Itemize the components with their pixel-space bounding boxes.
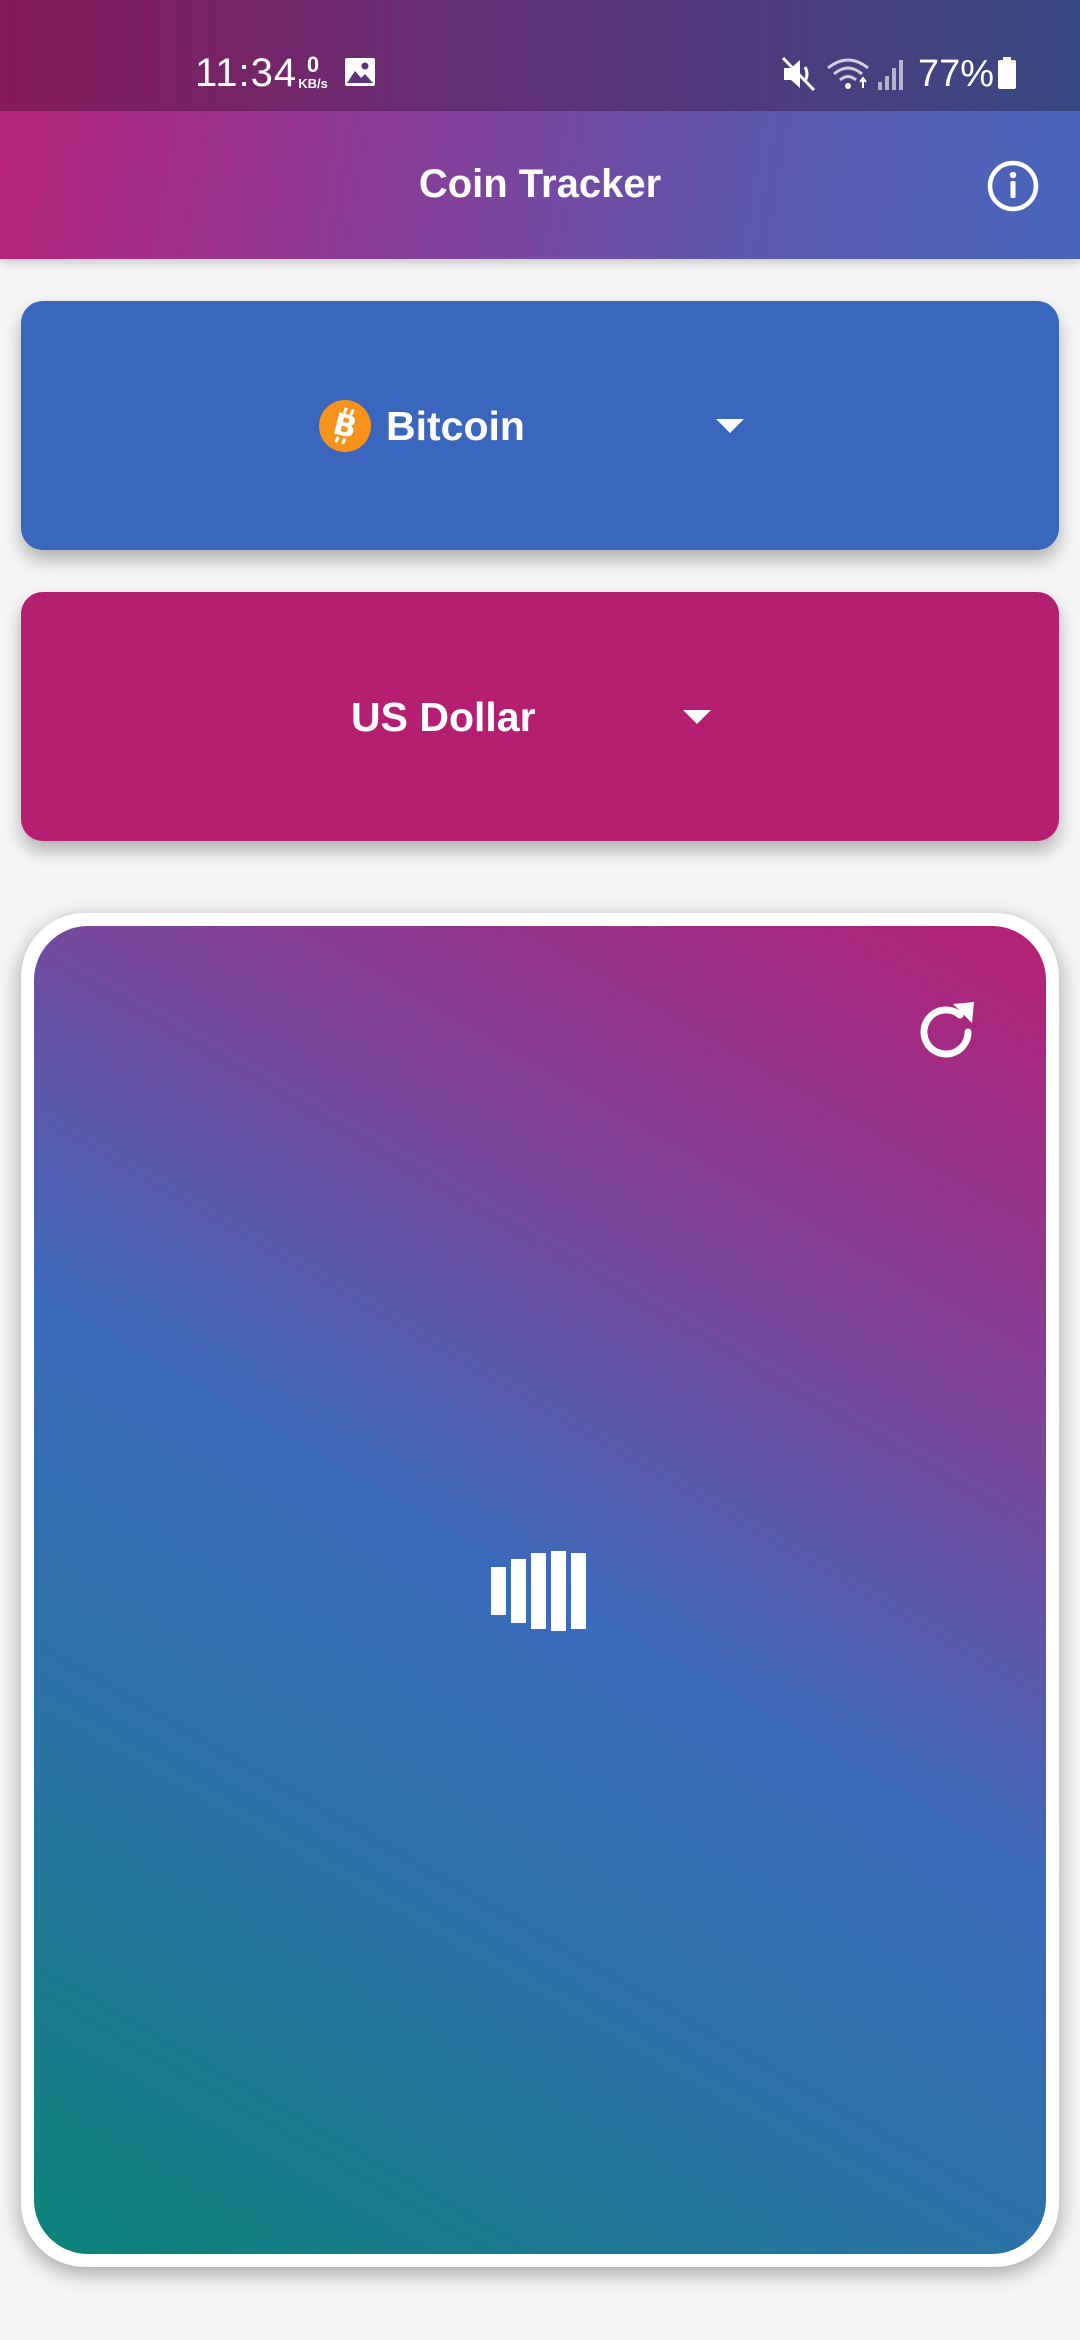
- selected-coin-label: Bitcoin: [386, 402, 525, 449]
- network-speed-value: 0: [306, 52, 320, 77]
- battery-icon: [998, 57, 1016, 89]
- chevron-down-icon: [683, 710, 711, 724]
- info-icon[interactable]: [986, 159, 1040, 213]
- coin-dropdown[interactable]: B Bitcoin: [21, 301, 1059, 550]
- currency-dropdown[interactable]: US Dollar: [21, 592, 1059, 841]
- refresh-icon[interactable]: [910, 996, 982, 1068]
- wifi-icon: [827, 58, 869, 89]
- app-title: Coin Tracker: [418, 162, 662, 206]
- battery-percent: 77%: [918, 53, 995, 95]
- bitcoin-icon: B: [319, 399, 371, 452]
- status-bar: 11:34 0 KB/s 77%: [0, 0, 1080, 111]
- gallery-icon: [345, 58, 375, 86]
- loading-bars-icon: [491, 1551, 586, 1631]
- selected-currency-label: US Dollar: [351, 693, 536, 740]
- network-speed-unit: KB/s: [298, 76, 328, 91]
- network-speed: 0 KB/s: [293, 52, 333, 92]
- mute-icon: [782, 56, 816, 92]
- signal-icon: [878, 60, 903, 90]
- chevron-down-icon: [716, 419, 744, 433]
- status-time: 11:34: [195, 51, 298, 95]
- app-bar: Coin Tracker: [0, 111, 1080, 259]
